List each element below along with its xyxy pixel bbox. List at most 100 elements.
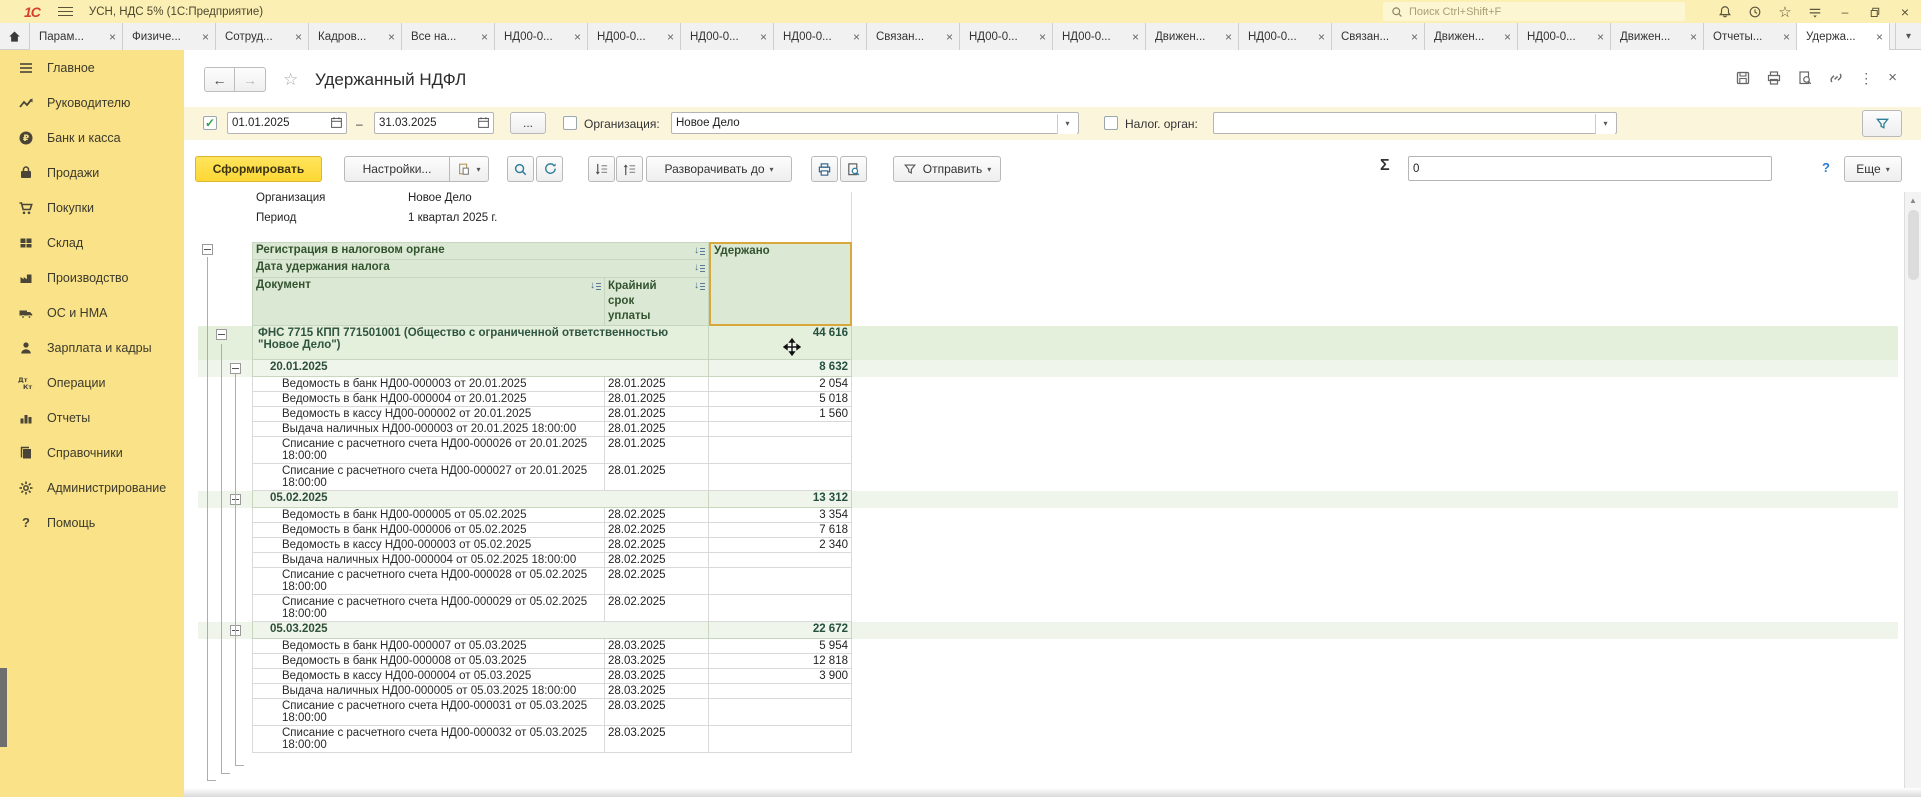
group-expander[interactable]: [202, 244, 213, 255]
group-expander[interactable]: [216, 329, 227, 340]
group-expander[interactable]: [230, 363, 241, 374]
document-cell[interactable]: Выдача наличных НД00-000004 от 05.02.202…: [252, 553, 605, 568]
group-withheld-value[interactable]: 13 312: [709, 491, 852, 508]
due-date-cell[interactable]: 28.01.2025: [605, 377, 709, 392]
due-date-cell[interactable]: 28.01.2025: [605, 437, 709, 464]
expand-to-button[interactable]: Разворачивать до▾: [646, 156, 792, 182]
sidebar-item-8[interactable]: ОС и НМА: [0, 295, 184, 330]
due-date-cell[interactable]: 28.03.2025: [605, 699, 709, 726]
sidebar-item-7[interactable]: Производство: [0, 260, 184, 295]
sort-icon[interactable]: ↓: [694, 262, 705, 274]
find-button[interactable]: [507, 156, 534, 182]
period-from-input[interactable]: [227, 112, 347, 134]
organization-combo[interactable]: Новое Дело ▾: [671, 112, 1079, 134]
col-header-document[interactable]: Документ ↓: [252, 278, 605, 326]
col-header-withheld[interactable]: Удержано: [709, 242, 852, 326]
sort-icon[interactable]: ↓: [694, 280, 705, 292]
document-cell[interactable]: Ведомость в кассу НД00-000002 от 20.01.2…: [252, 407, 605, 422]
group-registration-cell[interactable]: ФНС 7715 КПП 771501001 (Общество с огран…: [252, 326, 709, 360]
chevron-down-icon[interactable]: ▾: [1595, 114, 1615, 134]
due-date-cell[interactable]: 28.03.2025: [605, 726, 709, 753]
sidebar-item-4[interactable]: Продажи: [0, 155, 184, 190]
favorites-star-icon[interactable]: ☆: [1777, 4, 1793, 20]
withheld-value-cell[interactable]: [709, 595, 852, 622]
due-date-cell[interactable]: 28.03.2025: [605, 669, 709, 684]
due-date-cell[interactable]: 28.02.2025: [605, 523, 709, 538]
tab-close-icon[interactable]: ×: [481, 30, 488, 44]
due-date-cell[interactable]: 28.03.2025: [605, 654, 709, 669]
tab-7[interactable]: НД00-0...×: [588, 23, 681, 50]
document-cell[interactable]: Выдача наличных НД00-000005 от 05.03.202…: [252, 684, 605, 699]
tab-9[interactable]: НД00-0...×: [774, 23, 867, 50]
tab-close-icon[interactable]: ×: [1318, 30, 1325, 44]
tab-close-icon[interactable]: ×: [667, 30, 674, 44]
get-link-icon[interactable]: [1828, 70, 1844, 86]
col-header-registration[interactable]: Регистрация в налоговом органе ↓: [252, 242, 709, 260]
withheld-value-cell[interactable]: 5 018: [709, 392, 852, 407]
sidebar-item-14[interactable]: ?Помощь: [0, 505, 184, 540]
tab-12[interactable]: НД00-0...×: [1053, 23, 1146, 50]
document-cell[interactable]: Списание с расчетного счета НД00-000031 …: [252, 699, 605, 726]
save-icon[interactable]: [1735, 70, 1751, 86]
tab-close-icon[interactable]: ×: [760, 30, 767, 44]
tab-close-icon[interactable]: ×: [1504, 30, 1511, 44]
withheld-value-cell[interactable]: [709, 422, 852, 437]
settings-button[interactable]: Настройки...: [344, 156, 450, 182]
group-withheld-value[interactable]: 44 616: [709, 326, 852, 360]
period-to-input[interactable]: [374, 112, 494, 134]
tab-close-icon[interactable]: ×: [1597, 30, 1604, 44]
due-date-cell[interactable]: 28.01.2025: [605, 392, 709, 407]
tab-close-icon[interactable]: ×: [1690, 30, 1697, 44]
withheld-value-cell[interactable]: 12 818: [709, 654, 852, 669]
print-preview-icon[interactable]: [1797, 70, 1813, 86]
tab-overflow-icon[interactable]: ▾: [1895, 23, 1921, 50]
due-date-cell[interactable]: 28.03.2025: [605, 684, 709, 699]
due-date-cell[interactable]: 28.01.2025: [605, 464, 709, 491]
vertical-scrollbar[interactable]: ▲: [1904, 192, 1921, 797]
tab-11[interactable]: НД00-0...×: [960, 23, 1053, 50]
service-menu-icon[interactable]: [1807, 4, 1823, 20]
withheld-value-cell[interactable]: [709, 437, 852, 464]
send-button[interactable]: Отправить▾: [893, 156, 1001, 182]
tab-19[interactable]: Отчеты...×: [1704, 23, 1797, 50]
tab-14[interactable]: НД00-0...×: [1239, 23, 1332, 50]
group-withheld-value[interactable]: 22 672: [709, 622, 852, 639]
document-cell[interactable]: Ведомость в банк НД00-000008 от 05.03.20…: [252, 654, 605, 669]
find-next-button[interactable]: [536, 156, 563, 182]
document-cell[interactable]: Списание с расчетного счета НД00-000029 …: [252, 595, 605, 622]
tab-close-icon[interactable]: ×: [295, 30, 302, 44]
withheld-value-cell[interactable]: [709, 464, 852, 491]
group-date-cell[interactable]: 20.01.2025: [252, 360, 709, 377]
home-tab[interactable]: [0, 23, 30, 50]
organization-checkbox[interactable]: [563, 116, 577, 130]
preview-button[interactable]: [840, 156, 867, 182]
more-dots-icon[interactable]: ⋮: [1859, 70, 1873, 86]
col-header-hold-date[interactable]: Дата удержания налога ↓: [252, 260, 709, 278]
sidebar-item-10[interactable]: ДтКтОперации: [0, 365, 184, 400]
tab-13[interactable]: Движен...×: [1146, 23, 1239, 50]
document-cell[interactable]: Ведомость в банк НД00-000007 от 05.03.20…: [252, 639, 605, 654]
withheld-value-cell[interactable]: 3 354: [709, 508, 852, 523]
tab-close-icon[interactable]: ×: [1039, 30, 1046, 44]
notifications-bell-icon[interactable]: [1717, 4, 1733, 20]
withheld-value-cell[interactable]: 2 340: [709, 538, 852, 553]
withheld-value-cell[interactable]: [709, 568, 852, 595]
back-button[interactable]: ←: [204, 67, 235, 92]
sidebar-item-13[interactable]: Администрирование: [0, 470, 184, 505]
col-header-due[interactable]: Крайний срок уплаты ↓: [605, 278, 709, 326]
due-date-cell[interactable]: 28.02.2025: [605, 538, 709, 553]
group-withheld-value[interactable]: 8 632: [709, 360, 852, 377]
settings-variants-button[interactable]: ▾: [449, 156, 489, 182]
document-cell[interactable]: Ведомость в банк НД00-000005 от 05.02.20…: [252, 508, 605, 523]
period-choice-button[interactable]: ...: [510, 112, 546, 134]
due-date-cell[interactable]: 28.02.2025: [605, 508, 709, 523]
sidebar-item-5[interactable]: Покупки: [0, 190, 184, 225]
withheld-value-cell[interactable]: [709, 726, 852, 753]
main-menu-icon[interactable]: [58, 7, 73, 16]
due-date-cell[interactable]: 28.02.2025: [605, 553, 709, 568]
document-cell[interactable]: Выдача наличных НД00-000003 от 20.01.202…: [252, 422, 605, 437]
period-checkbox[interactable]: ✓: [203, 116, 217, 130]
tab-15[interactable]: Связан...×: [1332, 23, 1425, 50]
withheld-value-cell[interactable]: [709, 684, 852, 699]
withheld-value-cell[interactable]: 7 618: [709, 523, 852, 538]
